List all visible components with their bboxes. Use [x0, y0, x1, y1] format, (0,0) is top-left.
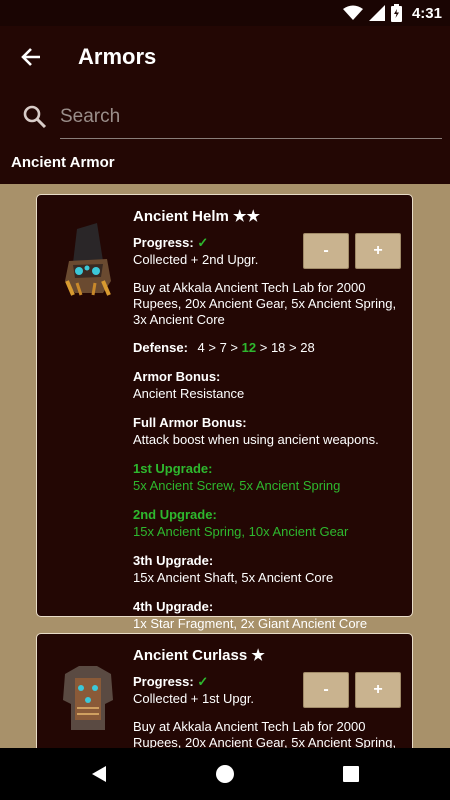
search-icon	[23, 105, 47, 129]
armor-name: Ancient Curlass ★	[133, 647, 265, 664]
ancient-helm-image	[65, 223, 111, 296]
battery-icon	[390, 4, 402, 22]
full-armor-bonus: Full Armor Bonus: Attack boost when usin…	[133, 414, 403, 448]
card-body: Ancient Helm ★★ Progress: ✓ Collected + …	[133, 208, 403, 632]
armor-description: Buy at Akkala Ancient Tech Lab for 2000 …	[133, 280, 397, 327]
defense-label: Defense:	[133, 340, 188, 355]
status-bar: 4:31	[0, 0, 450, 26]
full-armor-bonus-label: Full Armor Bonus:	[133, 415, 247, 430]
search-underline	[60, 138, 442, 139]
armor-bonus: Armor Bonus: Ancient Resistance	[133, 368, 403, 402]
nav-home-icon[interactable]	[216, 765, 234, 783]
upgrade-2: 2nd Upgrade: 15x Ancient Spring, 10x Anc…	[133, 506, 403, 540]
full-armor-bonus-value: Attack boost when using ancient weapons.	[133, 432, 379, 447]
defense-before: 4 > 7 >	[197, 340, 239, 355]
progress-value: Collected + 2nd Upgr.	[133, 252, 259, 267]
armor-bonus-label: Armor Bonus:	[133, 369, 221, 384]
signal-icon	[368, 5, 385, 21]
defense-current: 12	[241, 340, 257, 355]
upgrade-materials: 1x Star Fragment, 2x Giant Ancient Core	[133, 616, 368, 631]
section-title: Ancient Armor	[11, 154, 115, 171]
search-bar	[22, 96, 442, 140]
nav-back-icon[interactable]	[90, 765, 108, 783]
armor-bonus-value: Ancient Resistance	[133, 386, 245, 401]
upgrade-materials: 15x Ancient Spring, 10x Ancient Gear	[133, 524, 349, 539]
progress-label-row: Progress: ✓	[133, 234, 403, 251]
upgrade-1: 1st Upgrade: 5x Ancient Screw, 5x Ancien…	[133, 460, 403, 494]
page-title: Armors	[78, 44, 157, 69]
upgrade-label: 4th Upgrade:	[133, 599, 214, 614]
upgrade-materials: 15x Ancient Shaft, 5x Ancient Core	[133, 570, 334, 585]
back-button[interactable]	[16, 42, 46, 72]
back-arrow-icon	[21, 48, 40, 66]
progress-label: Progress:	[133, 674, 194, 689]
search-input[interactable]	[60, 100, 440, 134]
nav-recents-icon[interactable]	[343, 766, 359, 782]
app-bar: Armors Ancient Armor	[0, 26, 450, 184]
upgrade-4: 4th Upgrade: 1x Star Fragment, 2x Giant …	[133, 598, 403, 632]
upgrade-label: 1st Upgrade:	[133, 461, 213, 476]
armor-description: Buy at Akkala Ancient Tech Lab for 2000 …	[133, 719, 397, 750]
card-body: Ancient Curlass ★ Progress: ✓ Collected …	[133, 647, 403, 751]
navigation-bar	[0, 748, 450, 800]
armor-card[interactable]: - + Ancient Helm ★★ Progress: ✓ Collecte…	[36, 194, 413, 631]
progress-label-row: Progress: ✓	[133, 673, 403, 690]
progress-value: Collected + 1st Upgr.	[133, 691, 255, 706]
wifi-icon	[342, 5, 363, 20]
ancient-curlass-image	[63, 666, 113, 730]
upgrade-materials: 5x Ancient Screw, 5x Ancient Spring	[133, 478, 341, 493]
defense-after: > 18 > 28	[259, 340, 315, 355]
defense-row: Defense: 4 > 7 > 12 > 18 > 28	[133, 340, 403, 356]
status-icons: 4:31	[342, 3, 442, 23]
upgrade-3: 3th Upgrade: 15x Ancient Shaft, 5x Ancie…	[133, 552, 403, 586]
upgrade-label: 3th Upgrade:	[133, 553, 214, 568]
upgrade-label: 2nd Upgrade:	[133, 507, 217, 522]
check-icon: ✓	[197, 235, 209, 250]
armor-name: Ancient Helm ★★	[133, 208, 260, 225]
progress-label: Progress:	[133, 235, 194, 250]
status-time: 4:31	[411, 4, 442, 22]
check-icon: ✓	[197, 674, 209, 689]
